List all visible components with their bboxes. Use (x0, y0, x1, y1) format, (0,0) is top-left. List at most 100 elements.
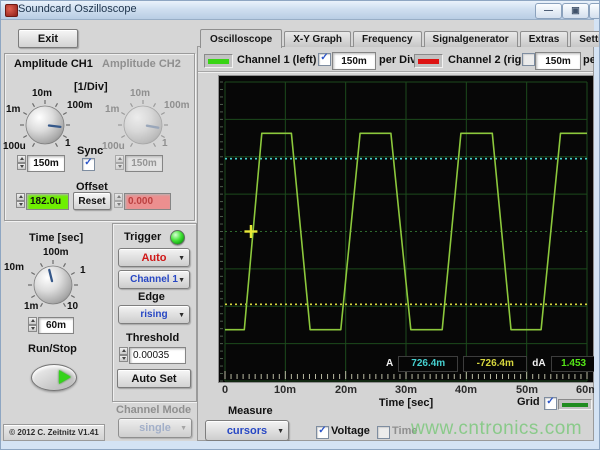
grid-label: Grid (517, 396, 540, 408)
offset-reset-button[interactable]: Reset (73, 192, 111, 210)
amplitude-ch1-knob[interactable] (17, 97, 73, 153)
amplitude-ch2-title: Amplitude CH2 (102, 58, 181, 70)
tab-signalgenerator[interactable]: Signalgenerator (424, 31, 518, 47)
chevron-down-icon: ▼ (178, 276, 185, 283)
x-tick-0: 0 (222, 384, 228, 396)
spinner-up-icon[interactable] (28, 317, 37, 325)
sync-label: Sync (77, 145, 103, 157)
trigger-source-dropdown[interactable]: Channel 1 ▼ (118, 270, 190, 289)
per-div-unit-label: [1/Div] (74, 81, 108, 93)
play-icon (59, 370, 71, 384)
per-div-label-1: per Div (379, 54, 416, 66)
channel-mode-value: single (139, 422, 171, 434)
legend-separator (198, 71, 593, 72)
x-axis-title: Time [sec] (379, 397, 433, 409)
tab-settings[interactable]: Settings (570, 31, 600, 47)
channel2-scale-value[interactable]: 150m (535, 52, 581, 70)
time-spinner[interactable] (28, 317, 37, 332)
tabstrip: Oscilloscope X-Y Graph Frequency Signalg… (200, 27, 600, 47)
trigger-mode-dropdown[interactable]: Auto ▼ (118, 248, 190, 267)
tab-xy-graph[interactable]: X-Y Graph (284, 31, 351, 47)
check-icon: ✓ (318, 425, 326, 436)
trigger-led (170, 230, 185, 245)
ch2-amplitude-value[interactable]: 150m (125, 155, 163, 172)
spinner-down-icon[interactable] (16, 201, 25, 209)
x-tick-30m: 30m (395, 384, 417, 396)
exit-button[interactable]: Exit (18, 29, 78, 48)
grid-checkbox[interactable]: ✓ (544, 397, 557, 410)
ch2-offset-spinner[interactable] (114, 193, 123, 208)
delta-label: dA (532, 358, 545, 369)
trigger-source-value: Channel 1 (130, 274, 178, 285)
tab-oscilloscope[interactable]: Oscilloscope (200, 29, 282, 48)
channel1-color-swatch (204, 54, 233, 68)
window-right-border (594, 19, 600, 450)
spinner-down-icon[interactable] (17, 163, 26, 171)
channel-mode-dropdown[interactable]: single ▼ (118, 418, 192, 438)
time-knob[interactable] (25, 257, 81, 313)
spinner-down-icon[interactable] (28, 325, 37, 333)
channel1-checkbox[interactable]: ✓ (318, 53, 331, 66)
ch2-amplitude-spinner[interactable] (115, 155, 124, 170)
spinner-down-icon[interactable] (114, 201, 123, 209)
spinner-up-icon[interactable] (16, 193, 25, 201)
time-dial-10m: 10m (4, 262, 24, 273)
app-icon (5, 4, 18, 17)
tab-extras[interactable]: Extras (520, 31, 569, 47)
edge-label: Edge (138, 291, 165, 303)
channel-mode-label: Channel Mode (116, 404, 191, 416)
ch2-offset-value[interactable]: 0.000 (124, 193, 171, 210)
trigger-edge-dropdown[interactable]: rising ▼ (118, 305, 190, 324)
check-icon: ✓ (84, 157, 92, 168)
check-icon: ✓ (546, 396, 554, 407)
channel1-label: Channel 1 (left) (237, 54, 316, 66)
voltage-checkbox[interactable]: ✓ (316, 426, 329, 439)
channel1-scale-value[interactable]: 150m (332, 52, 376, 70)
x-tick-10m: 10m (274, 384, 296, 396)
threshold-value[interactable]: 0.00035 (129, 347, 186, 364)
channel2-checkbox[interactable] (522, 53, 535, 66)
threshold-spinner[interactable] (119, 347, 128, 362)
cursor-a-label: A (386, 358, 393, 369)
ch1-offset-value[interactable]: 182.0u (26, 193, 69, 210)
sync-checkbox[interactable]: ✓ (82, 158, 95, 171)
ch1-offset-spinner[interactable] (16, 193, 25, 208)
time-measure-checkbox[interactable] (377, 426, 390, 439)
trigger-edge-value: rising (140, 309, 167, 320)
chevron-down-icon: ▼ (178, 311, 185, 318)
run-stop-label: Run/Stop (28, 343, 77, 355)
x-tick-50m: 50m (516, 384, 538, 396)
spinner-down-icon[interactable] (119, 355, 128, 363)
spinner-up-icon[interactable] (115, 155, 124, 163)
titlebar: Soundcard Oszilloscope — ▣ ✕ (1, 1, 600, 20)
chevron-down-icon: ▼ (178, 254, 185, 261)
minimize-button[interactable]: — (535, 3, 562, 19)
spinner-up-icon[interactable] (17, 155, 26, 163)
spinner-up-icon[interactable] (119, 347, 128, 355)
watermark: www.cntronics.com (411, 418, 582, 440)
time-title: Time [sec] (29, 232, 83, 244)
amplitude-ch2-knob[interactable] (115, 97, 171, 153)
trigger-title: Trigger (124, 231, 161, 243)
spinner-up-icon[interactable] (114, 193, 123, 201)
cursor-b-value: -726.4m (463, 356, 527, 372)
measure-label: Measure (228, 405, 273, 417)
run-stop-button[interactable] (31, 364, 77, 391)
amplitude-ch1-title: Amplitude CH1 (14, 58, 93, 70)
ch1-amplitude-spinner[interactable] (17, 155, 26, 170)
measure-mode-dropdown[interactable]: cursors ▼ (205, 420, 289, 441)
knob-pointer (49, 125, 60, 126)
ch1-amplitude-value[interactable]: 150m (27, 155, 65, 172)
auto-set-button[interactable]: Auto Set (117, 369, 191, 388)
check-icon: ✓ (320, 52, 328, 63)
chevron-down-icon: ▼ (180, 425, 187, 432)
tab-frequency[interactable]: Frequency (353, 31, 422, 47)
channel2-color-swatch (414, 54, 443, 68)
app-window: Soundcard Oszilloscope — ▣ ✕ Exit Amplit… (0, 0, 600, 450)
scope-display[interactable]: A 726.4m -726.4m dA 1.453 (219, 76, 593, 382)
measure-mode-value: cursors (227, 425, 267, 437)
spinner-down-icon[interactable] (115, 163, 124, 171)
close-button[interactable]: ✕ (589, 3, 600, 19)
maximize-button[interactable]: ▣ (562, 3, 589, 19)
time-value[interactable]: 60m (38, 317, 74, 334)
